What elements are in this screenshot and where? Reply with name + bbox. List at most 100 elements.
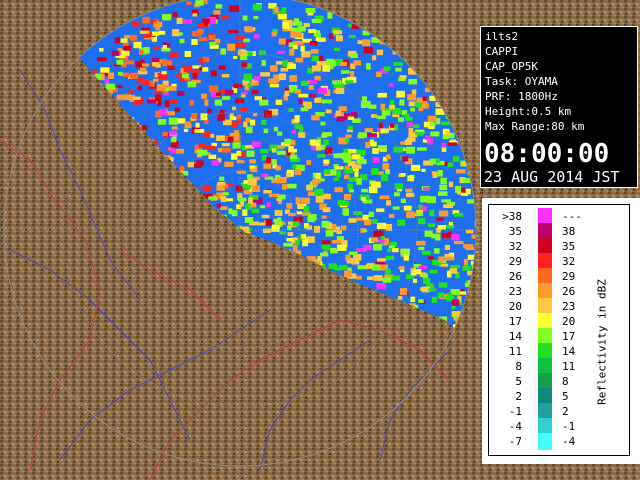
echo-cell: [408, 79, 417, 85]
echo-cell: [272, 148, 277, 153]
echo-cell: [428, 288, 437, 292]
echo-cell: [171, 126, 178, 130]
echo-cell: [248, 197, 253, 204]
echo-cell: [322, 65, 331, 72]
echo-cell: [373, 243, 382, 251]
echo-cell: [338, 106, 347, 112]
echo-cell: [367, 276, 374, 281]
echo-cell: [388, 83, 394, 87]
echo-cell: [254, 96, 263, 101]
echo-cell: [452, 156, 460, 162]
echo-cell: [302, 101, 312, 106]
echo-cell: [418, 218, 426, 225]
echo-cell: [287, 232, 294, 236]
echo-cell: [198, 143, 206, 148]
echo-cell: [236, 160, 245, 164]
echo-cell: [371, 168, 379, 175]
echo-cell: [168, 86, 177, 91]
echo-cell: [332, 240, 342, 244]
echo-cell: [410, 296, 416, 303]
echo-cell: [247, 51, 253, 57]
echo-cell: [345, 138, 350, 143]
echo-cell: [440, 177, 447, 185]
echo-cell: [220, 206, 228, 210]
echo-cell: [230, 116, 237, 121]
echo-cell: [227, 136, 234, 143]
echo-cell: [447, 162, 454, 167]
echo-cell: [294, 124, 303, 130]
echo-cell: [369, 139, 374, 147]
echo-cell: [441, 199, 452, 203]
echo-cell: [204, 120, 209, 124]
echo-cell: [251, 208, 260, 213]
echo-cell: [363, 244, 372, 251]
echo-cell: [320, 252, 329, 257]
echo-cell: [439, 210, 449, 217]
echo-cell: [414, 102, 422, 108]
echo-cell: [435, 217, 444, 221]
echo-cell: [425, 135, 430, 141]
echo-cell: [398, 117, 404, 122]
echo-cell: [175, 148, 185, 154]
echo-cell: [356, 178, 362, 185]
echo-cell: [108, 72, 115, 80]
echo-cell: [274, 7, 279, 13]
echo-cell: [309, 41, 318, 46]
echo-cell: [243, 180, 249, 184]
echo-cell: [161, 71, 167, 75]
echo-cell: [376, 49, 384, 56]
observation-date: 23 AUG 2014 JST: [484, 168, 620, 186]
echo-cell: [357, 40, 363, 44]
echo-cell: [348, 218, 357, 223]
echo-cell: [333, 30, 343, 35]
echo-cell: [372, 157, 380, 164]
echo-cell: [142, 17, 150, 24]
echo-cell: [254, 34, 260, 39]
echo-cell: [249, 165, 256, 169]
echo-cell: [406, 211, 416, 219]
echo-cell: [350, 53, 358, 59]
echo-cell: [209, 44, 219, 49]
echo-cell: [445, 130, 451, 135]
echo-cell: [208, 154, 217, 159]
echo-cell: [412, 278, 417, 283]
echo-cell: [260, 72, 271, 77]
echo-cell: [315, 173, 321, 179]
echo-cell: [447, 292, 453, 299]
echo-cell: [399, 99, 405, 106]
echo-cell: [393, 62, 403, 66]
legend-color-swatch: [538, 433, 552, 450]
echo-cell: [371, 181, 381, 188]
echo-cell: [463, 258, 469, 266]
reflectivity-legend: >38 --- 35 38 32 35 29 32 26 29 23 26 20 23 17 20 14 17 11…: [482, 198, 640, 464]
echo-cell: [292, 21, 303, 26]
echo-cell: [314, 188, 324, 196]
echo-cell: [404, 139, 413, 146]
echo-cell: [153, 78, 159, 82]
echo-cell: [234, 130, 239, 137]
echo-cell: [333, 47, 340, 51]
echo-cell: [427, 223, 436, 227]
echo-cell: [214, 38, 221, 44]
echo-cell: [297, 31, 303, 38]
echo-cell: [441, 147, 447, 152]
echo-cell: [246, 150, 255, 157]
echo-cell: [289, 154, 298, 160]
echo-cell: [209, 42, 216, 46]
echo-cell: [355, 275, 362, 280]
echo-cell: [377, 239, 385, 243]
echo-cell: [385, 255, 395, 261]
echo-cell: [294, 115, 300, 122]
echo-cell: [298, 132, 306, 138]
echo-cell: [407, 94, 417, 101]
echo-cell: [316, 61, 327, 66]
echo-cell: [219, 176, 225, 181]
echo-cell: [286, 238, 293, 242]
echo-cell: [450, 265, 460, 269]
echo-cell: [305, 8, 316, 14]
echo-cell: [172, 12, 178, 18]
echo-cell: [220, 196, 227, 203]
echo-cell: [420, 195, 431, 203]
echo-cell: [447, 142, 458, 146]
echo-cell: [333, 177, 339, 181]
